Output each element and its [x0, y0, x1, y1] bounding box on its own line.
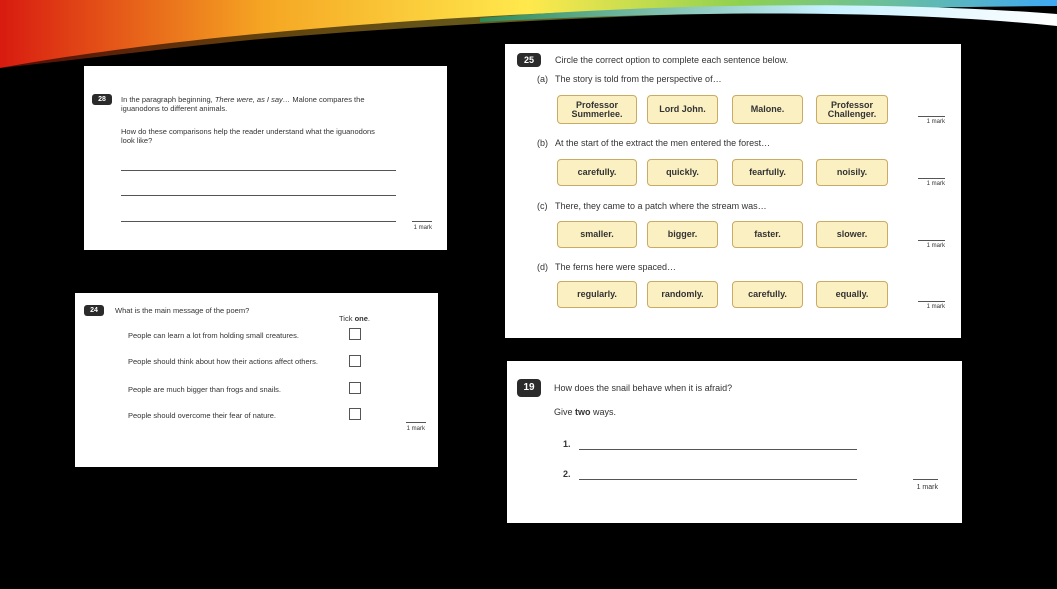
- answer-line[interactable]: [579, 449, 857, 450]
- mark-label: 1 mark: [413, 225, 432, 231]
- option-text: People should think about how their acti…: [128, 357, 318, 366]
- option-noisily[interactable]: noisily.: [816, 159, 888, 186]
- answer-number: 1.: [563, 439, 571, 449]
- option-fearfully[interactable]: fearfully.: [732, 159, 803, 186]
- instruction-text: Circle the correct option to complete ea…: [555, 55, 789, 65]
- part-label: (d): [537, 262, 548, 272]
- mark-label: 1 mark: [926, 243, 945, 249]
- option-equally[interactable]: equally.: [816, 281, 888, 308]
- part-text: The ferns here were spaced…: [555, 262, 677, 272]
- mark-line: [913, 479, 938, 480]
- tick-box[interactable]: [349, 328, 361, 340]
- part-label: (a): [537, 74, 548, 84]
- option-professor-challenger[interactable]: Professor Challenger.: [816, 95, 888, 124]
- tick-instruction: Tick one.: [339, 314, 370, 323]
- question-text: How does the snail behave when it is afr…: [554, 383, 733, 393]
- give-instruction: Give two ways.: [554, 407, 617, 417]
- option-quickly[interactable]: quickly.: [647, 159, 718, 186]
- option-professor-summerlee[interactable]: Professor Summerlee.: [557, 95, 637, 124]
- mark-label: 1 mark: [926, 119, 945, 125]
- question-number: 19: [517, 379, 541, 397]
- option-faster[interactable]: faster.: [732, 221, 803, 248]
- question-19-card: 19 How does the snail behave when it is …: [507, 361, 962, 523]
- question-number: 25: [517, 53, 541, 67]
- mark-label: 1 mark: [916, 484, 938, 491]
- option-smaller[interactable]: smaller.: [557, 221, 637, 248]
- question-prompt: look like?: [121, 136, 153, 145]
- mark-line: [918, 178, 945, 179]
- option-randomly[interactable]: randomly.: [647, 281, 718, 308]
- option-text: People are much bigger than frogs and sn…: [128, 385, 282, 394]
- option-lord-john[interactable]: Lord John.: [647, 95, 718, 124]
- mark-line: [406, 422, 426, 423]
- mark-line: [412, 221, 432, 222]
- answer-line[interactable]: [121, 170, 396, 171]
- question-number: 24: [84, 305, 104, 316]
- mark-line: [918, 240, 945, 241]
- option-bigger[interactable]: bigger.: [647, 221, 718, 248]
- part-text: The story is told from the perspective o…: [555, 74, 722, 84]
- mark-label: 1 mark: [406, 426, 425, 432]
- question-number: 28: [92, 94, 112, 105]
- option-malone[interactable]: Malone.: [732, 95, 803, 124]
- mark-label: 1 mark: [926, 181, 945, 187]
- answer-line[interactable]: [121, 195, 396, 196]
- question-25-card: 25 Circle the correct option to complete…: [505, 44, 961, 338]
- mark-line: [918, 301, 945, 302]
- part-text: At the start of the extract the men ente…: [555, 138, 771, 148]
- tick-box[interactable]: [349, 382, 361, 394]
- question-text: iguanodons to different animals.: [121, 104, 228, 113]
- answer-line[interactable]: [579, 479, 857, 480]
- option-carefully[interactable]: carefully.: [732, 281, 803, 308]
- answer-line[interactable]: [121, 221, 396, 222]
- option-text: People can learn a lot from holding smal…: [128, 331, 299, 340]
- question-text: What is the main message of the poem?: [115, 306, 250, 315]
- part-text: There, they came to a patch where the st…: [555, 201, 767, 211]
- option-regularly[interactable]: regularly.: [557, 281, 637, 308]
- part-label: (c): [537, 201, 548, 211]
- option-text: People should overcome their fear of nat…: [128, 411, 277, 420]
- answer-number: 2.: [563, 469, 571, 479]
- question-prompt: How do these comparisons help the reader…: [121, 127, 375, 136]
- question-28-card: 28 In the paragraph beginning, There wer…: [84, 66, 447, 250]
- tick-box[interactable]: [349, 355, 361, 367]
- option-slower[interactable]: slower.: [816, 221, 888, 248]
- question-24-card: 24 What is the main message of the poem?…: [75, 293, 438, 467]
- mark-label: 1 mark: [926, 304, 945, 310]
- question-text: In the paragraph beginning, There were, …: [121, 95, 365, 104]
- part-label: (b): [537, 138, 548, 148]
- option-carefully[interactable]: carefully.: [557, 159, 637, 186]
- tick-box[interactable]: [349, 408, 361, 420]
- mark-line: [918, 116, 945, 117]
